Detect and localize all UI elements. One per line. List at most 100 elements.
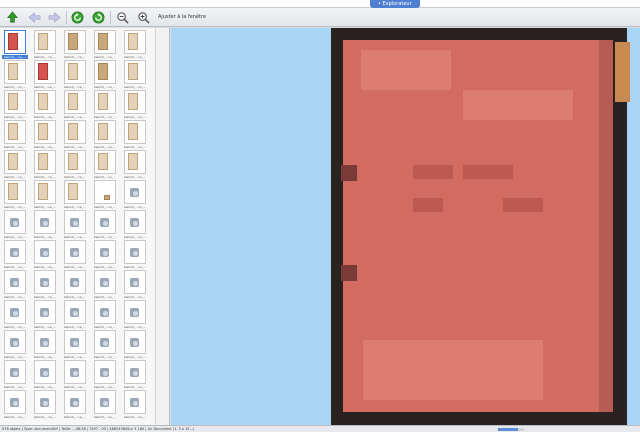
up-folder-button[interactable] <box>5 10 20 25</box>
zoom-out-button[interactable] <box>115 10 130 25</box>
thumbnail-item[interactable]: bwindi_...ce_... <box>122 90 148 120</box>
image-placeholder-icon <box>100 368 109 377</box>
thumbnail-item[interactable]: bwindi_...ce_... <box>32 330 58 360</box>
thumbnail-image <box>128 33 138 50</box>
rotate-right-button[interactable] <box>91 10 106 25</box>
image-viewer[interactable] <box>171 28 640 425</box>
thumbnail-item[interactable]: bwindi_...ce_... <box>92 300 118 330</box>
thumbnail-caption: bwindi_...ce_... <box>63 55 87 59</box>
thumbnail-item[interactable]: bwindi_...ce_... <box>2 390 28 420</box>
thumbnail-item[interactable]: bwindi_...ce_... <box>62 270 88 300</box>
thumbnail-item[interactable]: bwindi_...ce_... <box>62 210 88 240</box>
rotate-left-button[interactable] <box>70 10 85 25</box>
thumbnail-item[interactable]: bwindi_...ce_... <box>122 210 148 240</box>
forward-button[interactable] <box>47 10 62 25</box>
thumbnail-item[interactable]: bwindi_...ce_... <box>122 390 148 420</box>
thumbnail-item[interactable]: bwindi_...ce_... <box>122 330 148 360</box>
thumbnail-scrollbar[interactable] <box>155 28 170 425</box>
thumbnail-item[interactable]: bwindi_...ce_... <box>122 180 148 210</box>
thumbnail-item[interactable]: bwindi_...ce_... <box>92 390 118 420</box>
thumbnail-item[interactable]: bwindi_...ce_... <box>2 150 28 180</box>
thumbnail-item[interactable]: bwindi_...ce_... <box>62 390 88 420</box>
thumbnail-caption: bwindi_...ce_... <box>93 55 117 59</box>
page-notch <box>341 265 357 281</box>
thumbnail-caption: bwindi_...ce_... <box>63 115 87 119</box>
image-placeholder-icon <box>10 218 19 227</box>
fit-to-window-button[interactable]: Ajuster à la fenêtre <box>158 14 206 20</box>
thumbnail-item[interactable]: bwindi_...ce_... <box>2 240 28 270</box>
thumbnail-item[interactable]: bwindi_...ce_... <box>32 210 58 240</box>
back-button[interactable] <box>27 10 42 25</box>
thumbnail-item[interactable]: bwindi_...ce_... <box>2 30 28 60</box>
thumbnail-item[interactable]: bwindi_...ce_... <box>122 240 148 270</box>
thumbnail-item[interactable]: bwindi_...ce_... <box>32 390 58 420</box>
thumbnail-item[interactable]: bwindi_...ce_... <box>92 30 118 60</box>
thumbnail-item[interactable]: bwindi_...ce_... <box>2 300 28 330</box>
thumbnail-caption: bwindi_...ce_... <box>93 355 117 359</box>
thumbnail-image <box>8 183 18 200</box>
thumbnail-item[interactable]: bwindi_...ce_... <box>122 150 148 180</box>
thumbnail-item[interactable]: bwindi_...ce_... <box>32 240 58 270</box>
thumbnail-item[interactable]: bwindi_...ce_... <box>122 270 148 300</box>
thumbnail-item[interactable]: bwindi_...ce_... <box>92 150 118 180</box>
thumbnail-item[interactable]: bwindi_...ce_... <box>32 180 58 210</box>
thumbnail-item[interactable]: bwindi_...ce_... <box>92 210 118 240</box>
thumbnail-item[interactable]: bwindi_...ce_... <box>32 120 58 150</box>
thumbnail-item[interactable]: bwindi_...ce_... <box>92 120 118 150</box>
thumbnail-item[interactable]: bwindi_...ce_... <box>2 360 28 390</box>
thumbnail-item[interactable]: bwindi_...ce_... <box>2 330 28 360</box>
thumbnail-item[interactable]: bwindi_...ce_... <box>62 360 88 390</box>
thumbnail-caption: bwindi_...ce_... <box>123 205 147 209</box>
thumbnail-caption: bwindi_...ce_... <box>123 55 147 59</box>
zoom-out-icon <box>117 12 129 24</box>
thumbnail-item[interactable]: bwindi_...ce_... <box>122 360 148 390</box>
thumbnail-image <box>38 33 48 50</box>
image-placeholder-icon <box>40 308 49 317</box>
thumbnail-caption: bwindi_...ce_... <box>33 205 57 209</box>
thumbnail-item[interactable]: bwindi_...ce_... <box>62 60 88 90</box>
image-placeholder-icon <box>70 218 79 227</box>
zoom-in-button[interactable] <box>136 10 151 25</box>
thumbnail-item[interactable]: bwindi_...ce_... <box>62 30 88 60</box>
thumbnail-item[interactable]: bwindi_...ce_... <box>2 210 28 240</box>
thumbnail-item[interactable]: bwindi_...ce_... <box>2 60 28 90</box>
thumbnail-item[interactable]: bwindi_...ce_... <box>92 90 118 120</box>
thumbnail-image <box>128 153 138 170</box>
thumbnail-item[interactable]: bwindi_...ce_... <box>32 270 58 300</box>
thumbnail-item[interactable]: bwindi_...ce_... <box>62 150 88 180</box>
thumbnail-item[interactable]: bwindi_...ce_... <box>92 360 118 390</box>
thumbnail-item[interactable]: bwindi_...ce_... <box>2 180 28 210</box>
thumbnail-item[interactable]: bwindi_...ce_... <box>32 90 58 120</box>
thumbnail-item[interactable]: bwindi_...ce_... <box>62 240 88 270</box>
thumbnail-caption: bwindi_...ce_... <box>93 85 117 89</box>
thumbnail-item[interactable]: bwindi_...ce_... <box>62 300 88 330</box>
thumbnail-item[interactable]: bwindi_...ce_... <box>32 150 58 180</box>
thumbnail-caption: bwindi_...ce_... <box>123 235 147 239</box>
thumbnail-item[interactable]: bwindi_...ce_... <box>122 120 148 150</box>
explorer-tab[interactable]: • Explorateur <box>370 0 420 8</box>
thumbnail-item[interactable]: bwindi_...ce_... <box>122 60 148 90</box>
thumbnail-caption: bwindi_...ce_... <box>3 235 27 239</box>
thumbnail-item[interactable]: bwindi_...ce_... <box>62 120 88 150</box>
thumbnail-item[interactable]: bwindi_...ce_... <box>2 270 28 300</box>
thumbnail-item[interactable]: bwindi_...ce_... <box>32 60 58 90</box>
thumbnail-item[interactable]: bwindi_...ce_... <box>62 90 88 120</box>
image-placeholder-icon <box>40 398 49 407</box>
thumbnail-item[interactable]: bwindi_...ce_... <box>122 300 148 330</box>
thumbnail-item[interactable]: bwindi_...ce_... <box>62 180 88 210</box>
thumbnail-panel[interactable]: bwindi_...ce_... bwindi_...ce_... bwindi_.… <box>0 28 155 425</box>
thumbnail-item[interactable]: bwindi_...ce_... <box>92 330 118 360</box>
thumbnail-caption: bwindi_...ce_... <box>3 85 27 89</box>
thumbnail-item[interactable]: bwindi_...ce_... <box>122 30 148 60</box>
thumbnail-item[interactable]: bwindi_...ce_... <box>92 240 118 270</box>
thumbnail-item[interactable]: bwindi_...ce_... <box>32 300 58 330</box>
thumbnail-item[interactable]: bwindi_...ce_... <box>62 330 88 360</box>
thumbnail-item[interactable]: bwindi_...ce_... <box>92 60 118 90</box>
thumbnail-item[interactable]: bwindi_...ce_... <box>2 120 28 150</box>
thumbnail-caption: bwindi_...ce_... <box>123 295 147 299</box>
thumbnail-item[interactable]: bwindi_...ce_... <box>2 90 28 120</box>
thumbnail-item[interactable]: bwindi_...ce_... <box>92 270 118 300</box>
thumbnail-item[interactable]: bwindi_...ce_... <box>92 180 118 210</box>
thumbnail-item[interactable]: bwindi_...ce_... <box>32 30 58 60</box>
thumbnail-item[interactable]: bwindi_...ce_... <box>32 360 58 390</box>
